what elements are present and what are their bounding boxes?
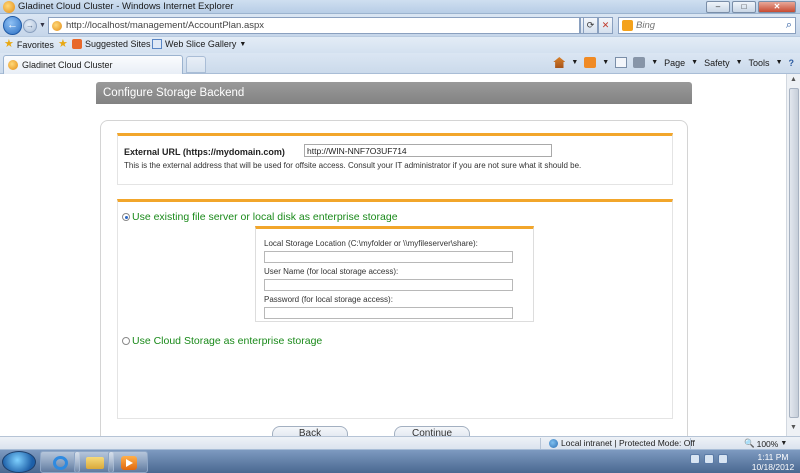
taskbar-media-player-button[interactable] bbox=[108, 451, 148, 473]
username-label: User Name (for local storage access): bbox=[264, 267, 399, 276]
network-icon[interactable] bbox=[690, 454, 700, 464]
add-favorite-icon[interactable]: ★ bbox=[58, 39, 68, 50]
window-title: Gladinet Cloud Cluster - Windows Interne… bbox=[18, 1, 234, 12]
web-slice-icon bbox=[152, 39, 162, 49]
search-input[interactable] bbox=[636, 19, 776, 32]
status-bar: Local intranet | Protected Mode: Off 🔍 1… bbox=[0, 436, 800, 449]
page-title: Configure Storage Backend bbox=[103, 87, 245, 99]
tab-label: Gladinet Cloud Cluster bbox=[22, 60, 113, 70]
web-slice-gallery-label: Web Slice Gallery bbox=[165, 39, 237, 49]
scrollbar-thumb[interactable] bbox=[789, 88, 799, 418]
local-storage-form: Local Storage Location (C:\myfolder or \… bbox=[255, 226, 534, 322]
safety-menu[interactable]: Safety bbox=[704, 58, 730, 68]
storage-location-input[interactable] bbox=[264, 251, 513, 263]
scroll-up-icon[interactable]: ▲ bbox=[790, 76, 797, 83]
zone-text: Local intranet | Protected Mode: Off bbox=[561, 438, 695, 448]
chevron-down-icon: ▼ bbox=[239, 40, 247, 48]
suggested-sites-label: Suggested Sites bbox=[85, 39, 151, 49]
search-box[interactable]: ⌕ bbox=[618, 17, 796, 34]
storage-location-label: Local Storage Location (C:\myfolder or \… bbox=[264, 239, 478, 248]
cloud-storage-label[interactable]: Use Cloud Storage as enterprise storage bbox=[132, 335, 322, 347]
address-url[interactable]: http://localhost/management/AccountPlan.… bbox=[66, 20, 264, 31]
config-panel: External URL (https://mydomain.com) This… bbox=[100, 120, 688, 436]
zoom-level: 100% bbox=[756, 438, 779, 449]
security-zone[interactable]: Local intranet | Protected Mode: Off bbox=[549, 438, 695, 448]
external-url-section: External URL (https://mydomain.com) This… bbox=[117, 133, 673, 185]
volume-icon[interactable] bbox=[718, 454, 728, 464]
minimize-button[interactable]: – bbox=[706, 1, 730, 13]
clock[interactable]: 1:11 PM 10/18/2012 bbox=[748, 452, 798, 472]
zoom-control[interactable]: 🔍 100% ▼ bbox=[744, 438, 787, 449]
continue-button[interactable]: Continue bbox=[394, 426, 470, 436]
scroll-down-icon[interactable]: ▼ bbox=[790, 424, 797, 431]
chevron-down-icon: ▼ bbox=[780, 440, 788, 447]
stop-button[interactable]: ✕ bbox=[598, 17, 613, 34]
window-controls: – □ ✕ bbox=[706, 1, 796, 13]
address-bar[interactable]: http://localhost/management/AccountPlan.… bbox=[48, 17, 580, 34]
username-input[interactable] bbox=[264, 279, 513, 291]
favorites-button[interactable]: ★ Favorites bbox=[4, 39, 54, 50]
window-title-bar: Gladinet Cloud Cluster - Windows Interne… bbox=[0, 0, 800, 14]
read-mail-icon[interactable] bbox=[615, 57, 628, 68]
cloud-storage-radio[interactable] bbox=[122, 337, 130, 345]
local-storage-radio[interactable] bbox=[122, 213, 130, 221]
clock-date: 10/18/2012 bbox=[751, 462, 795, 472]
address-toolbar: ← → ▼ http://localhost/management/Accoun… bbox=[0, 14, 800, 36]
ie-app-icon bbox=[3, 1, 15, 13]
favorites-bar: ★ Favorites ★ Suggested Sites ▼ Web Slic… bbox=[0, 36, 800, 53]
tab-bar: Gladinet Cloud Cluster ▼ ▼ ▼ Page ▼ Safe… bbox=[0, 53, 800, 74]
local-storage-option[interactable]: Use existing file server or local disk a… bbox=[122, 211, 398, 223]
vertical-scrollbar[interactable]: ▲ ▼ bbox=[786, 74, 800, 436]
suggested-sites-icon bbox=[72, 39, 82, 49]
back-page-button[interactable]: Back bbox=[272, 426, 348, 436]
page-icon bbox=[52, 21, 62, 31]
system-tray bbox=[690, 454, 728, 464]
zoom-icon: 🔍 bbox=[744, 438, 755, 448]
external-url-label: External URL (https://mydomain.com) bbox=[124, 147, 285, 157]
folder-icon bbox=[86, 457, 104, 469]
page-header: Configure Storage Backend bbox=[96, 82, 692, 104]
favorites-label: Favorites bbox=[16, 39, 54, 50]
page-content: Configure Storage Backend External URL (… bbox=[0, 74, 786, 436]
suggested-sites-link[interactable]: Suggested Sites ▼ bbox=[72, 39, 160, 49]
help-button[interactable]: ? bbox=[789, 58, 795, 68]
tab-gladinet[interactable]: Gladinet Cloud Cluster bbox=[3, 55, 183, 74]
local-storage-label[interactable]: Use existing file server or local disk a… bbox=[132, 211, 398, 223]
forward-button[interactable]: → bbox=[23, 19, 37, 33]
new-tab-button[interactable] bbox=[186, 56, 206, 73]
password-label: Password (for local storage access): bbox=[264, 295, 393, 304]
globe-icon bbox=[549, 438, 558, 448]
clock-time: 1:11 PM bbox=[757, 452, 789, 462]
maximize-button[interactable]: □ bbox=[732, 1, 756, 13]
back-button[interactable]: ← bbox=[3, 16, 22, 35]
tools-menu[interactable]: Tools bbox=[749, 58, 770, 68]
media-player-icon bbox=[121, 456, 137, 470]
password-input[interactable] bbox=[264, 307, 513, 319]
bing-icon bbox=[622, 20, 633, 31]
command-bar: ▼ ▼ ▼ Page ▼ Safety ▼ Tools ▼ ? bbox=[553, 57, 794, 68]
storage-options-section: Use existing file server or local disk a… bbox=[117, 199, 673, 419]
cloud-storage-option[interactable]: Use Cloud Storage as enterprise storage bbox=[122, 335, 322, 347]
home-icon[interactable] bbox=[553, 57, 566, 68]
external-url-input[interactable] bbox=[304, 144, 552, 157]
search-icon[interactable]: ⌕ bbox=[786, 19, 792, 32]
internet-explorer-icon bbox=[53, 456, 68, 470]
external-url-help: This is the external address that will b… bbox=[124, 161, 582, 170]
favorites-star-icon: ★ bbox=[4, 38, 14, 50]
close-window-button[interactable]: ✕ bbox=[758, 1, 796, 13]
refresh-button[interactable]: ⟳ bbox=[583, 17, 598, 34]
start-button[interactable] bbox=[2, 451, 36, 473]
page-menu[interactable]: Page bbox=[664, 58, 685, 68]
taskbar: 1:11 PM 10/18/2012 bbox=[0, 449, 800, 473]
feeds-icon[interactable] bbox=[584, 57, 597, 68]
page-icon bbox=[8, 60, 18, 70]
print-icon[interactable] bbox=[633, 57, 646, 68]
history-dropdown-icon[interactable]: ▼ bbox=[39, 22, 46, 29]
web-slice-gallery-link[interactable]: Web Slice Gallery ▼ bbox=[152, 39, 246, 49]
flag-icon[interactable] bbox=[704, 454, 714, 464]
